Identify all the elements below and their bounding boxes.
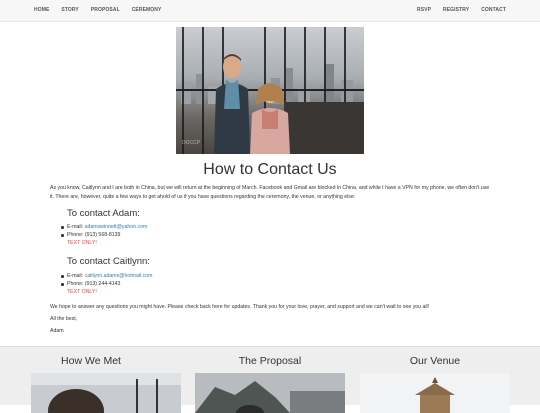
adam-contact-list: E-mail: adamswinnett@yahoo.com Phone: (9… (61, 223, 147, 247)
closing-paragraph: We hope to answer any questions you migh… (50, 304, 430, 310)
nav-registry-link[interactable]: REGISTRY (437, 7, 475, 13)
footer-proposal[interactable]: The Proposal (195, 355, 345, 372)
rooftop-wall (284, 102, 364, 154)
intro-paragraph: As you know, Caitlynn and I are both in … (50, 185, 490, 200)
adam-phone-item: Phone: (913) 568-8139 (61, 231, 147, 239)
nav-right-group: RSVP REGISTRY CONTACT (411, 0, 512, 20)
caitlynn-phone-item: Phone: (913) 244-4143 (61, 280, 152, 288)
how-we-met-heading[interactable]: How We Met (16, 355, 166, 367)
how-we-met-photo[interactable] (31, 373, 181, 413)
venue-heading[interactable]: Our Venue (360, 355, 510, 367)
nav-proposal-link[interactable]: PROPOSAL (85, 7, 126, 13)
adam-text-only-note: TEXT ONLY! (67, 240, 97, 246)
footer-venue[interactable]: Our Venue (360, 355, 510, 372)
caitlynn-email-item: E-mail: caitlynn.adams@hotmail.com (61, 272, 152, 280)
caitlynn-email-link[interactable]: caitlynn.adams@hotmail.com (85, 273, 153, 279)
caitlynn-email-label: E-mail: (67, 273, 85, 279)
caitlynn-contact-heading: To contact Caitlynn: (67, 256, 150, 267)
proposal-photo[interactable] (195, 373, 345, 413)
adam-contact-heading: To contact Adam: (67, 208, 140, 219)
venue-photo[interactable] (360, 373, 510, 413)
hero-photo: DOCCP (176, 27, 364, 154)
nav-contact-link[interactable]: CONTACT (475, 7, 512, 13)
footer-how-we-met[interactable]: How We Met (16, 355, 166, 372)
nav-rsvp-link[interactable]: RSVP (411, 7, 437, 13)
woman-figure (250, 83, 290, 154)
footer-section: How We Met The Proposal Our Venue (0, 346, 540, 413)
caitlynn-text-only-note: TEXT ONLY! (67, 289, 97, 295)
adam-email-link[interactable]: adamswinnett@yahoo.com (85, 224, 148, 230)
nav-ceremony-link[interactable]: CEREMONY (126, 7, 168, 13)
page-title: How to Contact Us (203, 161, 337, 178)
nav-home-link[interactable]: HOME (28, 7, 55, 13)
nav-story-link[interactable]: STORY (55, 7, 84, 13)
adam-email-label: E-mail: (67, 224, 85, 230)
signoff-text: All the best, (50, 316, 78, 322)
caitlynn-contact-list: E-mail: caitlynn.adams@hotmail.com Phone… (61, 272, 152, 296)
nav-left-group: HOME STORY PROPOSAL CEREMONY (28, 0, 167, 20)
top-navbar: HOME STORY PROPOSAL CEREMONY RSVP REGIST… (0, 0, 540, 22)
adam-email-item: E-mail: adamswinnett@yahoo.com (61, 223, 147, 231)
signature-text: Adam (50, 328, 64, 334)
photo-watermark: DOCCP (182, 140, 201, 146)
man-figure (214, 54, 250, 154)
proposal-heading[interactable]: The Proposal (195, 355, 345, 367)
